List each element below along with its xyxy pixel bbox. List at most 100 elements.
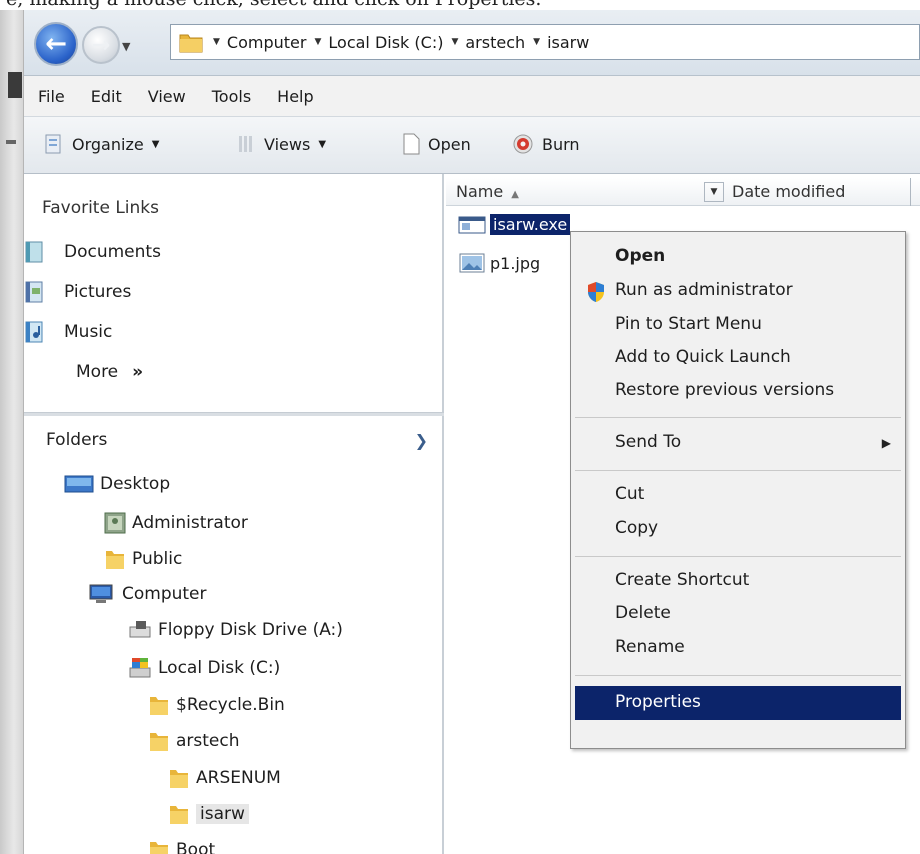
breadcrumb: ▼ Computer ▼ Local Disk (C:) ▼ arstech ▼ isa… xyxy=(213,25,597,59)
organize-button[interactable]: Organize ▼ xyxy=(44,133,159,155)
menu-help[interactable]: Help xyxy=(277,87,313,106)
folders-header[interactable]: Folders ❯ xyxy=(24,416,444,464)
floppy-drive-icon xyxy=(129,621,151,638)
tree-item-arsenum[interactable]: ARSENUM xyxy=(168,766,281,790)
column-header-row: Name ▲ ▼ Date modified xyxy=(446,178,920,206)
views-button[interactable]: Views ▼ xyxy=(236,133,326,155)
address-bar-area: ← → ▼ ▼ Computer ▼ Local Disk (C:) ▼ arstec… xyxy=(24,10,920,76)
menu-item-copy[interactable]: Copy xyxy=(615,518,658,538)
menu-item-delete[interactable]: Delete xyxy=(615,603,671,623)
tree-item-administrator[interactable]: Administrator xyxy=(104,511,248,535)
file-row-isarw-exe[interactable]: isarw.exe xyxy=(458,214,571,235)
column-header-name[interactable]: Name ▲ xyxy=(456,182,519,201)
pictures-icon xyxy=(25,281,43,303)
tree-item-floppy[interactable]: Floppy Disk Drive (A:) xyxy=(128,619,343,641)
menu-item-restore-previous-versions[interactable]: Restore previous versions xyxy=(615,380,834,400)
favorite-pictures[interactable]: Pictures xyxy=(24,280,131,304)
menu-item-rename[interactable]: Rename xyxy=(615,637,685,657)
favorite-music[interactable]: Music xyxy=(24,320,112,344)
page-caption: e, making a mouse click, select and clic… xyxy=(0,0,920,10)
burn-icon xyxy=(513,134,533,154)
chevron-down-icon: ❯ xyxy=(414,430,428,450)
tree-item-desktop[interactable]: Desktop xyxy=(64,474,170,494)
jpg-file-icon xyxy=(459,253,485,273)
organize-icon xyxy=(45,134,61,154)
menu-separator xyxy=(575,417,901,418)
tree-item-recycle-bin[interactable]: $Recycle.Bin xyxy=(148,693,285,717)
breadcrumb-arstech[interactable]: ▼ arstech xyxy=(451,33,525,52)
menu-item-cut[interactable]: Cut xyxy=(615,484,644,504)
uac-shield-icon xyxy=(588,282,604,302)
tree-item-local-disk[interactable]: Local Disk (C:) xyxy=(128,656,280,680)
documents-icon xyxy=(25,241,43,263)
chevron-down-icon: ▼ xyxy=(318,138,327,150)
folder-icon xyxy=(150,733,168,751)
folder-icon xyxy=(106,551,124,569)
menu-view[interactable]: View xyxy=(148,87,186,106)
breadcrumb-local-disk[interactable]: ▼ Local Disk (C:) xyxy=(314,33,443,52)
breadcrumb-computer[interactable]: ▼ Computer xyxy=(213,33,306,52)
menu-separator xyxy=(575,675,901,676)
caption-text: e, making a mouse click, select and clic… xyxy=(6,0,541,10)
forward-arrow-icon: → xyxy=(91,32,111,58)
menu-item-pin-to-start[interactable]: Pin to Start Menu xyxy=(615,314,762,334)
favorite-links-title: Favorite Links xyxy=(42,198,160,218)
menu-bar: File Edit View Tools Help xyxy=(24,76,920,116)
column-filter-dropdown[interactable]: ▼ xyxy=(704,182,724,202)
tree-item-arstech[interactable]: arstech xyxy=(148,729,240,753)
column-header-date-modified[interactable]: Date modified xyxy=(732,182,845,201)
menu-separator xyxy=(575,470,901,471)
tree-item-isarw[interactable]: isarw xyxy=(168,802,249,826)
folder-icon xyxy=(179,34,203,53)
file-row-p1-jpg[interactable]: p1.jpg xyxy=(458,252,540,274)
menu-item-create-shortcut[interactable]: Create Shortcut xyxy=(615,570,749,590)
menu-item-send-to[interactable]: Send To xyxy=(615,432,681,452)
sort-ascending-icon: ▲ xyxy=(511,189,519,200)
menu-item-open[interactable]: Open xyxy=(615,246,665,266)
open-file-icon xyxy=(403,133,420,155)
tree-item-boot[interactable]: Boot xyxy=(148,838,215,854)
computer-icon xyxy=(89,584,113,603)
menu-item-properties[interactable]: Properties xyxy=(575,686,901,720)
chevron-down-icon: ▼ xyxy=(213,37,220,47)
open-button[interactable]: Open xyxy=(402,133,471,155)
menu-separator xyxy=(575,556,901,557)
chevron-down-icon: ▼ xyxy=(533,37,541,47)
navigation-pane: Favorite Links Documents Pictures Music … xyxy=(24,174,444,854)
recent-pages-dropdown[interactable]: ▼ xyxy=(122,40,130,53)
back-arrow-icon: ← xyxy=(45,29,67,59)
menu-edit[interactable]: Edit xyxy=(91,87,122,106)
menu-item-run-as-administrator[interactable]: Run as administrator xyxy=(615,280,793,300)
tree-item-computer[interactable]: Computer xyxy=(86,583,207,605)
favorite-documents[interactable]: Documents xyxy=(24,240,161,264)
menu-tools[interactable]: Tools xyxy=(212,87,251,106)
command-bar: Organize ▼ Views ▼ Open Burn xyxy=(24,116,920,174)
folder-icon xyxy=(170,806,188,824)
folders-title: Folders xyxy=(46,430,108,450)
user-icon xyxy=(104,512,126,534)
exe-file-icon xyxy=(458,216,486,233)
column-divider[interactable] xyxy=(910,178,911,206)
double-chevron-right-icon: » xyxy=(132,362,144,382)
breadcrumb-isarw[interactable]: ▼ isarw xyxy=(533,33,589,52)
local-disk-icon xyxy=(129,658,151,678)
context-menu: Open Run as administrator Pin to Start M… xyxy=(570,231,906,749)
burn-button[interactable]: Burn xyxy=(512,133,580,155)
chevron-down-icon: ▼ xyxy=(151,138,160,150)
folder-icon xyxy=(150,842,168,854)
tree-item-public[interactable]: Public xyxy=(104,547,182,571)
desktop-icon xyxy=(64,475,94,493)
chevron-down-icon: ▼ xyxy=(451,37,459,47)
menu-item-add-to-quick-launch[interactable]: Add to Quick Launch xyxy=(615,347,791,367)
address-field[interactable]: ▼ Computer ▼ Local Disk (C:) ▼ arstech ▼ isa… xyxy=(170,24,920,60)
window-left-edge xyxy=(0,10,24,854)
folder-icon xyxy=(150,697,168,715)
back-button[interactable]: ← xyxy=(34,22,78,66)
folder-icon xyxy=(170,770,188,788)
chevron-down-icon: ▼ xyxy=(314,37,322,47)
menu-file[interactable]: File xyxy=(38,87,65,106)
views-icon xyxy=(239,136,252,152)
favorites-more-link[interactable]: More» xyxy=(76,362,143,382)
forward-button[interactable]: → xyxy=(82,26,120,64)
music-icon xyxy=(25,321,43,343)
